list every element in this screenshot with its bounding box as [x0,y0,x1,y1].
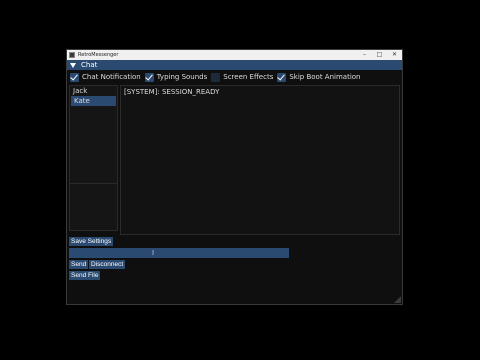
text-cursor-icon: I [152,249,155,257]
minimize-button[interactable]: – [357,50,372,60]
skip-boot-animation-checkbox[interactable]: Skip Boot Animation [277,72,361,82]
contact-list-divider [70,183,117,184]
save-settings-button[interactable]: Save Settings [69,237,114,246]
disconnect-button[interactable]: Disconnect [89,260,126,269]
checkbox-checked-icon[interactable] [70,72,79,82]
screen-effects-checkbox[interactable]: Screen Effects [211,72,274,82]
messenger-window: RetroMessenger – □ ✕ Chat Chat Notificat… [66,49,403,305]
close-button[interactable]: ✕ [387,50,402,60]
typing-sounds-checkbox[interactable]: Typing Sounds [144,72,208,82]
checkbox-checked-icon[interactable] [144,72,154,82]
log-line: [SYSTEM]: SESSION_READY [124,88,220,96]
send-button[interactable]: Send [69,260,89,269]
chat-menu-header[interactable]: Chat [67,60,402,70]
window-controls: – □ ✕ [357,50,402,60]
collapse-caret-icon[interactable] [70,62,76,68]
contact-item-jack[interactable]: Jack [70,86,117,96]
chat-menu-label: Chat [81,61,98,69]
checkbox-unchecked-icon[interactable] [211,72,221,82]
send-file-button[interactable]: Send File [69,271,101,280]
maximize-button[interactable]: □ [372,50,387,60]
chat-log[interactable]: [SYSTEM]: SESSION_READY [120,85,400,235]
window-title: RetroMessenger [78,52,119,58]
contact-list[interactable]: Jack Kate [69,85,118,231]
title-bar[interactable]: RetroMessenger – □ ✕ [67,50,402,60]
message-input[interactable]: I [69,248,289,258]
checkbox-label: Skip Boot Animation [289,73,361,81]
checkbox-checked-icon[interactable] [277,72,287,82]
app-icon [69,52,75,58]
checkbox-label: Screen Effects [223,73,274,81]
checkbox-label: Typing Sounds [156,73,208,81]
contact-item-kate[interactable]: Kate [71,96,116,106]
checkbox-label: Chat Notification [82,73,141,81]
chat-notification-checkbox[interactable]: Chat Notification [70,72,141,82]
resize-grip-icon[interactable] [394,296,401,303]
settings-checkboxes: Chat Notification Typing Sounds Screen E… [70,72,365,82]
